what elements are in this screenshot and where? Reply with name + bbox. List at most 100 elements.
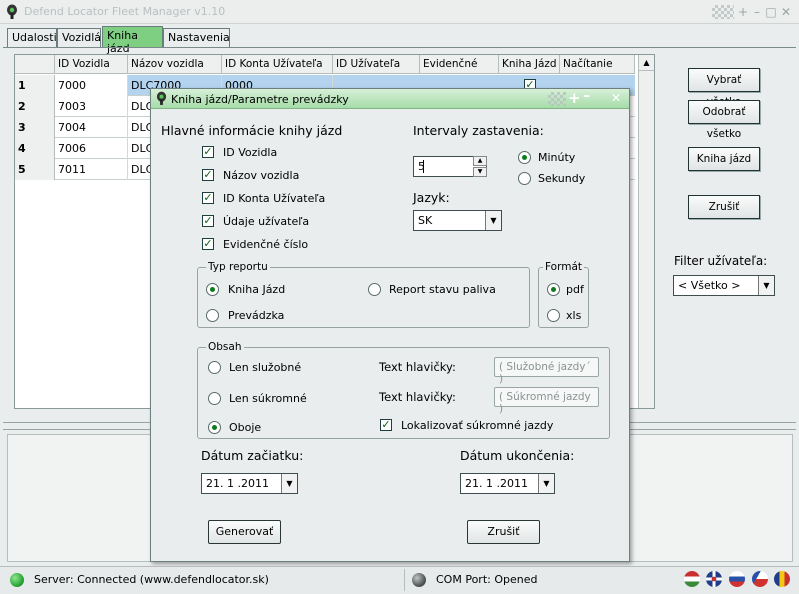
end-date-picker[interactable]: 21. 1 .2011 ▼ <box>460 473 555 494</box>
radio-label: xls <box>566 309 582 322</box>
chevron-down-icon[interactable]: ▼ <box>485 211 501 230</box>
logbook-parameters-dialog: Kniha jázd/Parametre prevádzky + – ✕ Hla… <box>150 88 630 562</box>
cell-vehicle-id[interactable]: 7003 <box>55 96 128 117</box>
row-index: 3 <box>15 117 55 138</box>
language-select[interactable]: SK ▼ <box>413 210 502 231</box>
column-header[interactable]: ID Vozidla <box>55 55 128 74</box>
column-header[interactable]: Načítanie <box>560 55 635 74</box>
group-title: Formát <box>543 261 585 273</box>
radio-private-only[interactable] <box>208 392 221 405</box>
row-index: 2 <box>15 96 55 117</box>
column-header[interactable]: ID Užívateľa <box>333 55 420 74</box>
spin-up-icon[interactable]: ▲ <box>473 156 487 166</box>
radio-pdf[interactable] <box>547 283 560 296</box>
radio-label: Kniha Jázd <box>228 283 286 296</box>
tab-vozidla[interactable]: Vozidlá <box>57 28 101 47</box>
checkbox-plate-number[interactable]: ✓ <box>202 238 214 250</box>
header-text-label: Text hlavičky: <box>379 360 456 374</box>
intervals-heading: Intervaly zastavenia: <box>413 123 544 138</box>
table-corner <box>15 55 55 74</box>
flag-cz-icon[interactable] <box>752 571 768 587</box>
language-value: SK <box>418 214 433 227</box>
radio-xls[interactable] <box>547 309 560 322</box>
column-header[interactable]: ID Konta Užívateľa <box>222 55 333 74</box>
tab-udalosti[interactable]: Udalosti <box>7 28 57 47</box>
localize-private-checkbox[interactable]: ✓ <box>380 419 392 431</box>
cell-vehicle-id[interactable]: 7000 <box>55 75 128 96</box>
spin-down-icon[interactable]: ▼ <box>473 167 487 177</box>
dialog-title-bar[interactable]: Kniha jázd/Parametre prevádzky + – ✕ <box>151 88 629 109</box>
checkbox-label: ID Konta Užívateľa <box>223 192 326 205</box>
filter-label: Filter užívateľa: <box>674 254 768 268</box>
cell-vehicle-id[interactable]: 7006 <box>55 138 128 159</box>
report-type-group: Typ reportu Kniha Jázd Report stavu pali… <box>197 261 530 328</box>
content-group: Obsah Len služobné Len súkromné Oboje Te… <box>197 341 610 439</box>
flag-hu-icon[interactable] <box>684 571 700 587</box>
column-header[interactable]: Názov vozidla <box>128 55 222 74</box>
chevron-down-icon[interactable]: ▼ <box>538 474 554 493</box>
radio-both[interactable] <box>208 421 221 434</box>
generate-button[interactable]: Generovať <box>208 520 281 544</box>
maximize-button[interactable]: □ <box>764 5 778 19</box>
checkbox-vehicle-name[interactable]: ✓ <box>202 169 214 181</box>
start-date-label: Dátum začiatku: <box>201 448 304 463</box>
user-filter-select[interactable]: < Všetko > ▼ <box>673 275 775 296</box>
checkbox-vehicle-id[interactable]: ✓ <box>202 146 214 158</box>
checkbox-label: ID Vozidla <box>223 146 278 159</box>
add-icon[interactable]: + <box>736 5 750 19</box>
radio-logbook[interactable] <box>206 283 219 296</box>
radio-fuel-report[interactable] <box>368 283 381 296</box>
add-icon[interactable]: + <box>568 89 581 107</box>
checkbox-label: Evidenčné číslo <box>223 238 309 251</box>
scroll-up-icon[interactable]: ▲ <box>639 55 654 71</box>
radio-label: Report stavu paliva <box>389 283 496 296</box>
row-index: 5 <box>15 159 55 180</box>
app-logo-icon <box>6 4 18 20</box>
radio-label: Oboje <box>229 421 262 434</box>
row-index: 1 <box>15 75 55 96</box>
dialog-title: Kniha jázd/Parametre prevádzky <box>171 93 349 106</box>
tab-kniha-jazd[interactable]: Kniha jázd <box>102 26 163 55</box>
cell-vehicle-id[interactable]: 7004 <box>55 117 128 138</box>
chevron-down-icon[interactable]: ▼ <box>281 474 297 493</box>
status-divider <box>404 569 405 591</box>
tab-nastavenia[interactable]: Nastavenia <box>163 28 230 47</box>
group-title: Obsah <box>206 341 244 353</box>
title-bar: Defend Locator Fleet Manager v1.10 + – □… <box>0 0 799 24</box>
start-date-value: 21. 1 .2011 <box>206 477 269 490</box>
flag-ro-icon[interactable] <box>774 571 790 587</box>
select-all-button[interactable]: Vybrať všetko <box>688 68 760 108</box>
server-status-text: Server: Connected (www.defendlocator.sk) <box>34 573 269 586</box>
header-text-label: Text hlavičky: <box>379 390 456 404</box>
radio-business-only[interactable] <box>208 361 221 374</box>
close-button[interactable]: ✕ <box>779 5 793 19</box>
minimize-button[interactable]: – <box>750 5 764 19</box>
radio-operation[interactable] <box>206 309 219 322</box>
cell-vehicle-id[interactable]: 7011 <box>55 159 128 180</box>
private-header-input[interactable]: ( Súkromné jazdy ) <box>494 387 599 415</box>
checkbox-account-id[interactable]: ✓ <box>202 192 214 204</box>
checkbox-user-data[interactable]: ✓ <box>202 215 214 227</box>
window-title: Defend Locator Fleet Manager v1.10 <box>24 5 226 18</box>
close-button[interactable]: ✕ <box>611 91 621 105</box>
com-status-text: COM Port: Opened <box>436 573 538 586</box>
radio-minutes[interactable] <box>518 151 531 164</box>
radio-seconds[interactable] <box>518 172 531 185</box>
dialog-cancel-button[interactable]: Zrušiť <box>467 520 540 544</box>
flag-uk-icon[interactable] <box>706 571 722 587</box>
flag-sk-icon[interactable] <box>729 571 745 587</box>
app-logo-icon <box>156 91 167 106</box>
minimize-button[interactable]: – <box>583 88 590 104</box>
deselect-all-button[interactable]: Odobrať všetko <box>688 100 760 140</box>
logbook-button[interactable]: Kniha jázd <box>688 147 760 171</box>
column-header[interactable]: Kniha Jázd <box>499 55 560 74</box>
cancel-button[interactable]: Zrušiť <box>688 195 760 219</box>
column-header[interactable]: Evidenčné <box>420 55 499 74</box>
com-status-icon <box>412 573 426 587</box>
business-header-input[interactable]: ( Služobné jazdy´ ) <box>494 357 599 385</box>
chevron-down-icon[interactable]: ▼ <box>758 276 774 295</box>
vertical-scrollbar[interactable]: ▲ <box>638 55 654 408</box>
radio-label: pdf <box>566 283 584 296</box>
language-label: Jazyk: <box>413 190 450 205</box>
start-date-picker[interactable]: 21. 1 .2011 ▼ <box>201 473 298 494</box>
